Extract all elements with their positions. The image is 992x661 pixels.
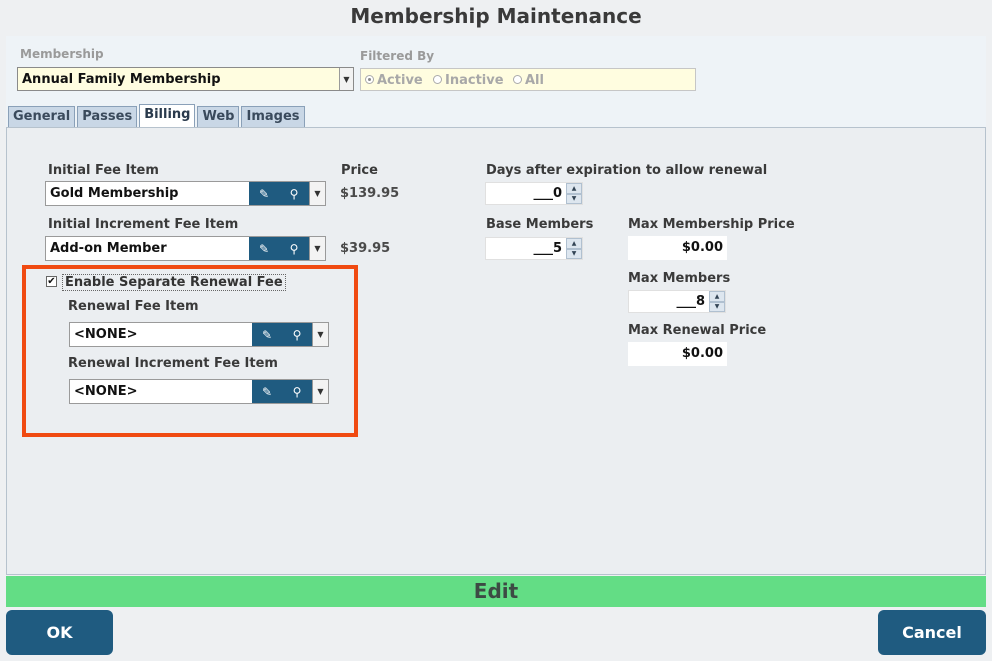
search-icon[interactable]: ⚲	[279, 237, 309, 260]
increment-fee-label: Initial Increment Fee Item	[48, 217, 239, 232]
tab-passes[interactable]: Passes	[77, 106, 138, 127]
increment-fee-lookup[interactable]: Add-on Member ✎ ⚲ ▼	[45, 236, 326, 261]
renewal-fee-label: Renewal Fee Item	[68, 299, 199, 314]
max-price-field[interactable]: $0.00	[628, 236, 727, 260]
renewal-fee-lookup[interactable]: <NONE> ✎ ⚲ ▼	[69, 322, 329, 347]
chevron-up-icon[interactable]: ▲	[566, 183, 582, 194]
days-after-label: Days after expiration to allow renewal	[486, 163, 768, 178]
chevron-up-icon[interactable]: ▲	[566, 238, 582, 249]
mode-banner: Edit	[6, 576, 986, 607]
edit-icon[interactable]: ✎	[252, 380, 282, 403]
radio-selected-icon	[365, 75, 374, 84]
chevron-down-icon[interactable]: ▼	[339, 68, 353, 90]
renewal-increment-value: <NONE>	[74, 384, 138, 399]
filter-label: Filtered By	[360, 49, 435, 63]
tab-images[interactable]: Images	[241, 106, 305, 127]
max-members-label: Max Members	[628, 271, 731, 286]
days-after-value: ___0	[533, 186, 562, 201]
days-after-stepper[interactable]: ___0 ▲ ▼	[485, 182, 583, 205]
max-renewal-value: $0.00	[681, 346, 723, 361]
filter-radio-group: Active Inactive All	[360, 68, 696, 91]
max-members-value: ___8	[676, 294, 705, 309]
membership-value: Annual Family Membership	[22, 72, 221, 87]
max-renewal-field[interactable]: $0.00	[628, 342, 727, 366]
chevron-up-icon[interactable]: ▲	[709, 291, 725, 302]
base-members-label: Base Members	[486, 217, 594, 232]
initial-fee-price: $139.95	[340, 186, 400, 201]
initial-fee-label: Initial Fee Item	[48, 163, 159, 178]
max-members-stepper[interactable]: ___8 ▲ ▼	[628, 290, 726, 313]
max-renewal-label: Max Renewal Price	[628, 323, 767, 338]
filter-active-radio[interactable]: Active	[365, 73, 423, 88]
enable-renewal-checkbox[interactable]: ✔	[46, 276, 57, 287]
membership-dropdown[interactable]: Annual Family Membership ▼	[17, 67, 354, 91]
tab-bar: General Passes Billing Web Images	[8, 104, 307, 127]
initial-fee-value: Gold Membership	[50, 186, 179, 201]
tab-web[interactable]: Web	[197, 106, 240, 127]
increment-fee-value: Add-on Member	[50, 241, 167, 256]
cancel-button[interactable]: Cancel	[878, 610, 986, 655]
price-label: Price	[341, 163, 378, 178]
filter-all-radio[interactable]: All	[513, 73, 544, 88]
tab-billing[interactable]: Billing	[139, 104, 196, 127]
radio-icon	[433, 75, 442, 84]
chevron-down-icon[interactable]: ▼	[312, 323, 328, 346]
base-members-value: ___5	[533, 241, 562, 256]
edit-icon[interactable]: ✎	[249, 237, 279, 260]
chevron-down-icon[interactable]: ▼	[312, 380, 328, 403]
radio-icon	[513, 75, 522, 84]
search-icon[interactable]: ⚲	[279, 182, 309, 205]
renewal-increment-lookup[interactable]: <NONE> ✎ ⚲ ▼	[69, 379, 329, 404]
chevron-down-icon[interactable]: ▼	[566, 248, 582, 259]
filter-inactive-radio[interactable]: Inactive	[433, 73, 504, 88]
increment-fee-price: $39.95	[340, 241, 391, 256]
chevron-down-icon[interactable]: ▼	[566, 193, 582, 204]
renewal-increment-label: Renewal Increment Fee Item	[68, 356, 278, 371]
renewal-fee-value: <NONE>	[74, 327, 138, 342]
chevron-down-icon[interactable]: ▼	[309, 237, 325, 260]
base-members-stepper[interactable]: ___5 ▲ ▼	[485, 237, 583, 260]
edit-icon[interactable]: ✎	[252, 323, 282, 346]
tab-general[interactable]: General	[8, 106, 76, 127]
max-price-label: Max Membership Price	[628, 217, 795, 232]
window-title: Membership Maintenance	[350, 4, 642, 28]
ok-button[interactable]: OK	[6, 610, 113, 655]
edit-icon[interactable]: ✎	[249, 182, 279, 205]
max-price-value: $0.00	[681, 240, 723, 255]
enable-renewal-label[interactable]: Enable Separate Renewal Fee	[62, 274, 286, 291]
initial-fee-lookup[interactable]: Gold Membership ✎ ⚲ ▼	[45, 181, 326, 206]
search-icon[interactable]: ⚲	[282, 380, 312, 403]
chevron-down-icon[interactable]: ▼	[709, 301, 725, 312]
chevron-down-icon[interactable]: ▼	[309, 182, 325, 205]
membership-label: Membership	[20, 47, 104, 61]
search-icon[interactable]: ⚲	[282, 323, 312, 346]
